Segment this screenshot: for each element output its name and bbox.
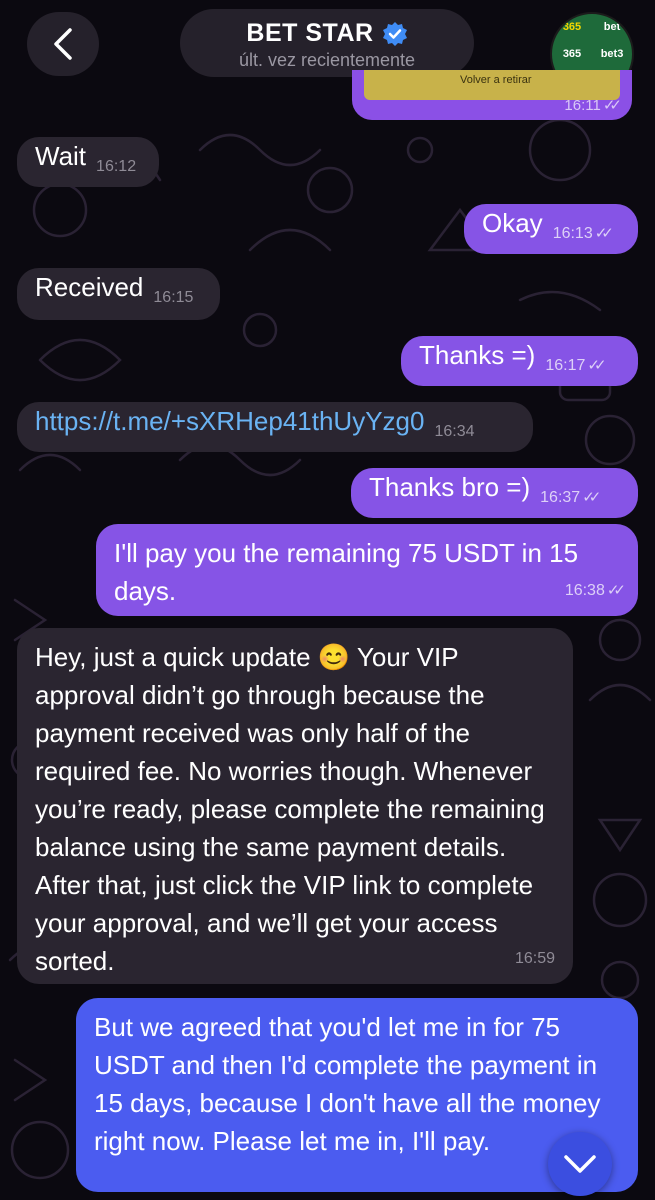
message-bubble-outgoing[interactable]: I'll pay you the remaining 75 USDT in 15… [96,524,638,616]
message-time: 16:38 [564,582,605,599]
chat-title: BET STAR [246,19,374,47]
message-meta: 16:38 ✓✓ [564,572,626,610]
message-time: 16:34 [434,423,475,440]
message-time: 16:12 [96,158,137,175]
message-text: Received [35,272,144,302]
message-bubble-outgoing[interactable]: Thanks bro =) 16:37 ✓✓ [351,468,638,518]
message-time: 16:13 [552,225,593,242]
media-caption: Volver a retirar [460,74,532,86]
message-time: 16:11 [564,97,601,114]
message-time: 16:59 [514,950,555,967]
media-message[interactable]: Volver a retirar 16:11 ✓✓ [352,70,632,120]
message-text: Thanks =) [419,340,536,370]
message-time: 16:15 [153,289,194,306]
message-text: Wait [35,141,87,171]
message-meta: 16:17 ✓✓ [545,347,606,385]
message-meta: 16:13 ✓✓ [552,215,614,253]
message-bubble-incoming[interactable]: https://t.me/+sXRHep41thUyYzg0 16:34 [17,402,533,452]
message-bubble-incoming[interactable]: Received 16:15 [17,268,220,320]
message-time: 16:37 [540,489,581,506]
message-meta: 16:37 ✓✓ [540,479,601,517]
message-bubble-incoming[interactable]: Hey, just a quick update 😊 Your VIP appr… [17,628,573,984]
message-bubble-outgoing[interactable]: Thanks =) 16:17 ✓✓ [401,336,638,386]
read-checks-icon: ✓✓ [602,97,622,114]
read-checks-icon: ✓✓ [587,357,606,374]
message-bubble-outgoing[interactable]: Okay 16:13 ✓✓ [464,204,638,254]
message-text: I'll pay you the remaining 75 USDT in 15… [114,538,579,606]
message-text: Hey, just a quick update 😊 Your VIP appr… [35,642,545,976]
chevron-down-icon [564,1155,596,1173]
verified-badge-icon [382,21,407,46]
chat-header[interactable]: BET STAR últ. vez recientemente [180,9,474,77]
read-checks-icon: ✓✓ [606,582,626,599]
avatar-text: bet3 [600,47,624,60]
message-link[interactable]: https://t.me/+sXRHep41thUyYzg0 [35,402,424,440]
message-time: 16:17 [545,357,586,374]
message-text: Okay [482,208,543,238]
avatar-text: bet [603,21,621,34]
message-meta: 16:11 ✓✓ [564,96,622,114]
read-checks-icon: ✓✓ [582,489,601,506]
chat-status: últ. vez recientemente [238,50,416,70]
avatar-text: 365 [562,47,582,60]
message-text: But we agreed that you'd let me in for 7… [94,1012,601,1156]
chevron-left-icon [54,28,72,60]
scroll-down-button[interactable] [548,1132,612,1196]
message-bubble-incoming[interactable]: Wait 16:12 [17,137,159,187]
message-text: Thanks bro =) [369,472,531,502]
read-checks-icon: ✓✓ [594,225,614,242]
avatar-text: 365 [562,21,582,34]
back-button[interactable] [27,12,99,76]
